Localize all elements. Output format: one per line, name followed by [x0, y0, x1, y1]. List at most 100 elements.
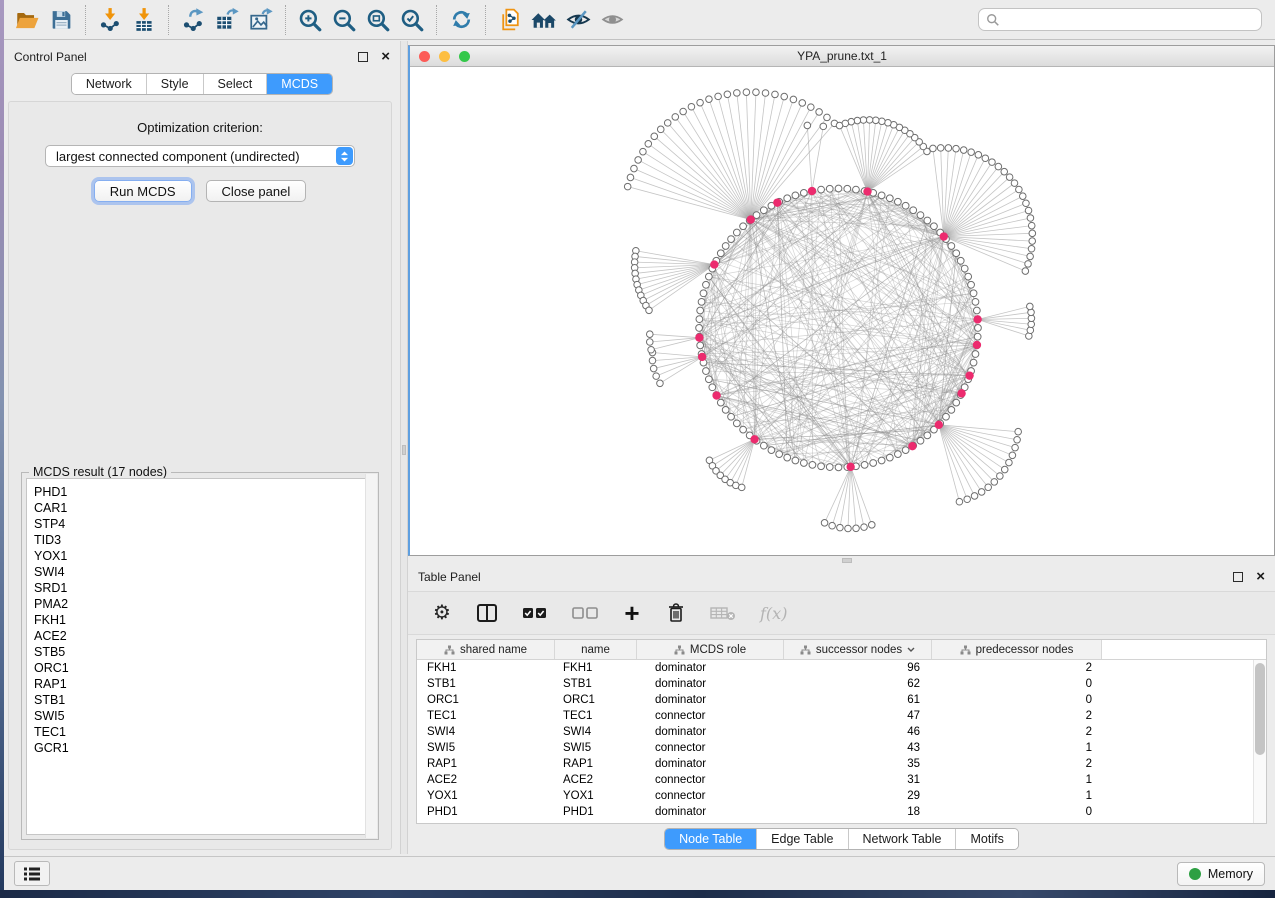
table-cell[interactable]: 43 — [784, 740, 932, 756]
table-cell[interactable]: dominator — [637, 804, 784, 820]
table-cell[interactable]: dominator — [637, 724, 784, 740]
mcds-node-item[interactable]: STB1 — [34, 692, 366, 708]
column-header-successor-nodes[interactable]: successor nodes — [784, 640, 932, 659]
mcds-node-item[interactable]: PMA2 — [34, 596, 366, 612]
table-cell[interactable]: dominator — [637, 756, 784, 772]
zoom-in-icon[interactable] — [293, 5, 327, 35]
table-cell[interactable]: 46 — [784, 724, 932, 740]
search-field[interactable] — [978, 8, 1262, 31]
table-cell[interactable]: PHD1 — [555, 804, 637, 820]
table-row[interactable]: PHD1PHD1dominator180 — [417, 804, 1266, 820]
table-cell[interactable]: TEC1 — [417, 708, 555, 724]
export-network-icon[interactable] — [176, 5, 210, 35]
mcds-node-item[interactable]: TID3 — [34, 532, 366, 548]
maximize-window-icon[interactable] — [459, 51, 470, 62]
network-view-titlebar[interactable]: YPA_prune.txt_1 — [410, 46, 1274, 67]
task-history-button[interactable] — [14, 861, 50, 886]
table-cell[interactable]: 2 — [932, 660, 1102, 676]
zoom-out-icon[interactable] — [327, 5, 361, 35]
table-row[interactable]: YOX1YOX1connector291 — [417, 788, 1266, 804]
table-cell[interactable]: 2 — [932, 708, 1102, 724]
mcds-node-item[interactable]: ORC1 — [34, 660, 366, 676]
table-cell[interactable]: STB1 — [555, 676, 637, 692]
mcds-node-item[interactable]: SWI4 — [34, 564, 366, 580]
tab-select[interactable]: Select — [203, 74, 267, 94]
show-all-panels-icon[interactable] — [527, 5, 561, 35]
table-cell[interactable]: 47 — [784, 708, 932, 724]
open-file-icon[interactable] — [10, 5, 44, 35]
table-row[interactable]: SWI4SWI4dominator462 — [417, 724, 1266, 740]
mcds-node-item[interactable]: SWI5 — [34, 708, 366, 724]
mcds-list-scrollbar[interactable] — [365, 474, 377, 838]
save-session-icon[interactable] — [44, 5, 78, 35]
table-row[interactable]: FKH1FKH1dominator962 — [417, 660, 1266, 676]
mcds-node-item[interactable]: PHD1 — [34, 484, 366, 500]
table-cell[interactable]: STB1 — [417, 676, 555, 692]
table-cell[interactable]: 29 — [784, 788, 932, 804]
mcds-node-item[interactable]: STB5 — [34, 644, 366, 660]
minimize-window-icon[interactable] — [439, 51, 450, 62]
splitter-grip[interactable] — [402, 445, 406, 455]
close-panel-icon[interactable]: × — [1256, 572, 1265, 582]
network-canvas[interactable] — [410, 67, 1274, 555]
table-scrollbar[interactable] — [1253, 660, 1266, 823]
delete-column-icon[interactable] — [666, 600, 686, 626]
table-cell[interactable]: dominator — [637, 692, 784, 708]
table-cell[interactable]: 1 — [932, 740, 1102, 756]
table-row[interactable]: TEC1TEC1connector472 — [417, 708, 1266, 724]
mcds-node-item[interactable]: STP4 — [34, 516, 366, 532]
table-cell[interactable]: 2 — [932, 724, 1102, 740]
table-cell[interactable]: connector — [637, 788, 784, 804]
table-cell[interactable]: connector — [637, 772, 784, 788]
column-header-MCDS-role[interactable]: MCDS role — [637, 640, 784, 659]
tab-network-table[interactable]: Network Table — [848, 829, 956, 849]
table-cell[interactable]: dominator — [637, 676, 784, 692]
table-row[interactable]: ACE2ACE2connector311 — [417, 772, 1266, 788]
close-panel-button[interactable]: Close panel — [206, 180, 307, 202]
table-cell[interactable]: connector — [637, 708, 784, 724]
import-network-icon[interactable] — [93, 5, 127, 35]
zoom-fit-icon[interactable] — [361, 5, 395, 35]
mcds-node-item[interactable]: FKH1 — [34, 612, 366, 628]
table-cell[interactable]: 96 — [784, 660, 932, 676]
tab-node-table[interactable]: Node Table — [665, 829, 756, 849]
toggle-visibility-icon[interactable] — [595, 5, 629, 35]
import-table-icon[interactable] — [127, 5, 161, 35]
table-settings-icon[interactable]: ⚙ — [432, 600, 452, 626]
zoom-selected-icon[interactable] — [395, 5, 429, 35]
tab-mcds[interactable]: MCDS — [266, 74, 332, 94]
optimization-criterion-select[interactable]: largest connected component (undirected) — [45, 145, 355, 167]
table-cell[interactable]: ORC1 — [417, 692, 555, 708]
hide-panels-icon[interactable] — [561, 5, 595, 35]
table-cell[interactable]: 61 — [784, 692, 932, 708]
table-cell[interactable]: ACE2 — [417, 772, 555, 788]
mcds-node-item[interactable]: TEC1 — [34, 724, 366, 740]
table-cell[interactable]: TEC1 — [555, 708, 637, 724]
table-cell[interactable]: 2 — [932, 756, 1102, 772]
table-cell[interactable]: SWI4 — [555, 724, 637, 740]
search-input[interactable] — [1005, 13, 1254, 27]
select-all-icon[interactable] — [522, 600, 548, 626]
network-graph[interactable] — [410, 67, 1274, 555]
column-header-name[interactable]: name — [555, 640, 637, 659]
add-column-icon[interactable]: + — [622, 600, 642, 626]
export-image-icon[interactable] — [244, 5, 278, 35]
mcds-node-item[interactable]: CAR1 — [34, 500, 366, 516]
table-cell[interactable]: RAP1 — [417, 756, 555, 772]
column-header-predecessor-nodes[interactable]: predecessor nodes — [932, 640, 1102, 659]
tab-network[interactable]: Network — [72, 74, 146, 94]
splitter-grip[interactable] — [842, 558, 852, 563]
tab-motifs[interactable]: Motifs — [955, 829, 1017, 849]
mcds-node-item[interactable]: GCR1 — [34, 740, 366, 756]
table-cell[interactable]: 1 — [932, 772, 1102, 788]
vertical-splitter[interactable] — [400, 41, 408, 854]
close-panel-icon[interactable]: × — [381, 52, 390, 62]
node-table[interactable]: shared namenameMCDS rolesuccessor nodesp… — [416, 639, 1267, 824]
table-cell[interactable]: RAP1 — [555, 756, 637, 772]
table-cell[interactable]: 31 — [784, 772, 932, 788]
table-cell[interactable]: dominator — [637, 660, 784, 676]
table-cell[interactable]: 0 — [932, 692, 1102, 708]
table-cell[interactable]: 1 — [932, 788, 1102, 804]
horizontal-splitter[interactable] — [408, 556, 1275, 565]
mcds-result-list[interactable]: PHD1CAR1STP4TID3YOX1SWI4SRD1PMA2FKH1ACE2… — [26, 478, 374, 835]
